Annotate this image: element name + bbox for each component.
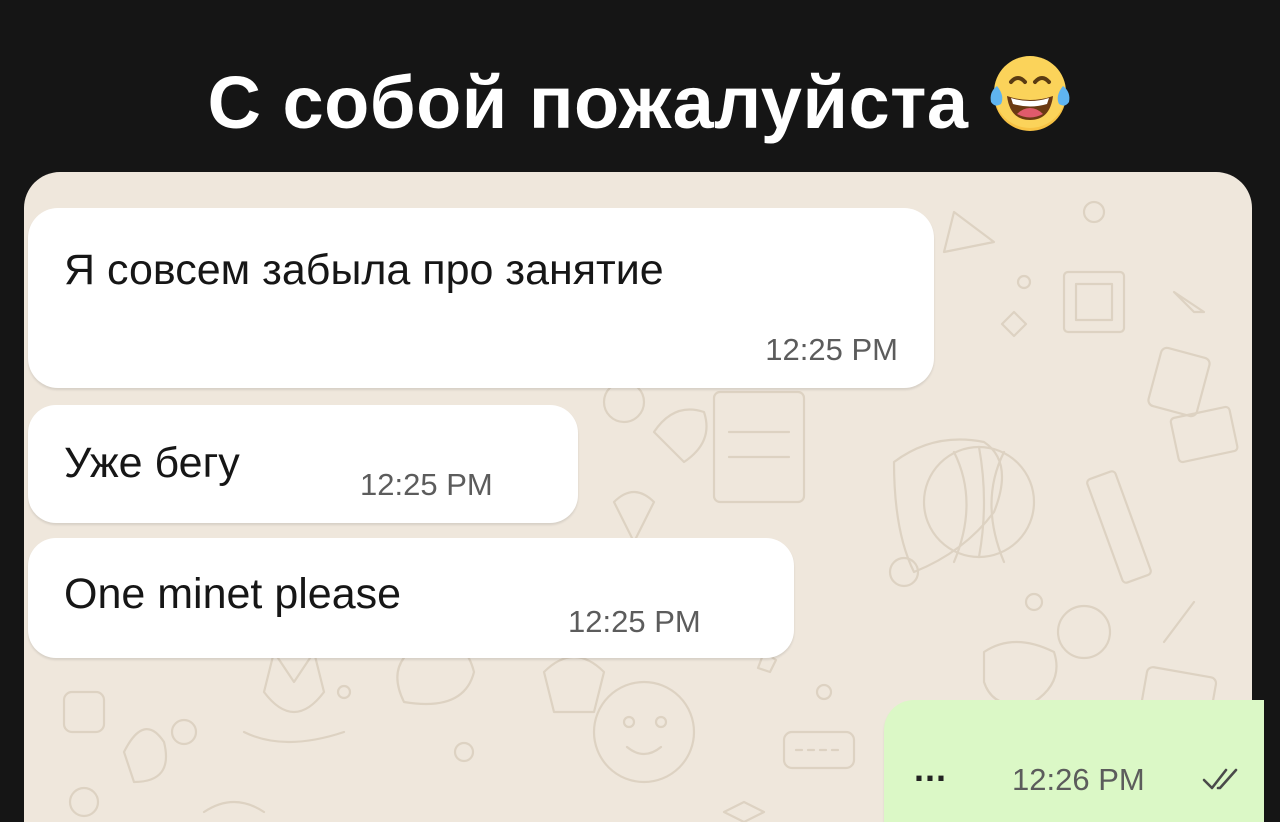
message-bubble-outgoing[interactable]: ... 12:26 PM	[884, 700, 1264, 822]
message-time: 12:25 PM	[568, 604, 701, 639]
message-text: ...	[914, 748, 948, 789]
message-time: 12:26 PM	[1012, 762, 1145, 797]
message-text: Уже бегу	[64, 439, 240, 487]
message-bubble-incoming[interactable]: Уже бегу 12:25 PM	[28, 405, 578, 523]
caption-text: С собой пожалуйста	[207, 61, 969, 144]
message-text: Я совсем забыла про занятие	[64, 246, 664, 294]
message-text: One minet please	[64, 570, 402, 618]
tears-of-joy-emoji-icon	[987, 52, 1073, 138]
double-check-read-icon	[1202, 768, 1238, 790]
message-time: 12:25 PM	[765, 332, 898, 367]
story-caption: С собой пожалуйста	[0, 52, 1280, 143]
message-time: 12:25 PM	[360, 467, 493, 502]
story-page: С собой пожалуйста Я совсем забыла про з…	[0, 0, 1280, 822]
message-bubble-incoming[interactable]: Я совсем забыла про занятие 12:25 PM	[28, 208, 934, 388]
message-bubble-incoming[interactable]: One minet please 12:25 PM	[28, 538, 794, 658]
